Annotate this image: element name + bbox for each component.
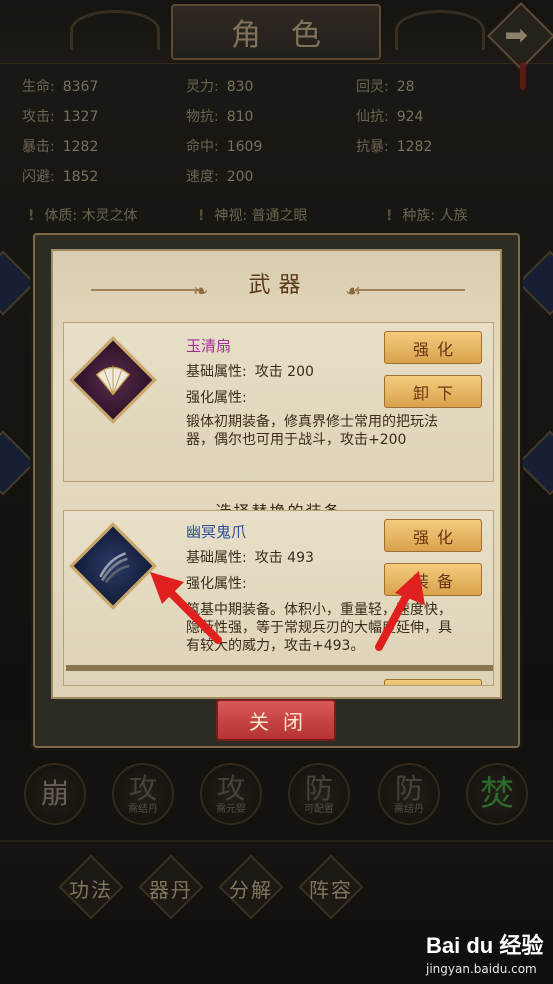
annotation-arrow-icon xyxy=(375,571,425,651)
weapon-dialog: ❧ 武器 ☙ 玉清扇 基础属性: 攻击 200 强化属性: 锻体初期装备，修真界修… xyxy=(33,233,520,748)
swirl-icon: ❧ xyxy=(193,281,209,302)
swirl-icon: ☙ xyxy=(345,281,362,302)
item-name: 玉清扇 xyxy=(186,337,232,355)
enhance-attribute: 强化属性: xyxy=(186,390,247,406)
item-description: 锻体初期装备，修真界修士常用的把玩法器，偶尔也可用于战斗，攻击+200 xyxy=(186,414,438,448)
claw-icon xyxy=(95,548,131,584)
baidu-url: jingyan.baidu.com xyxy=(426,962,537,976)
fan-icon xyxy=(95,362,131,398)
close-button[interactable]: 关闭 xyxy=(216,699,336,741)
annotation-arrow-icon xyxy=(150,572,222,644)
current-equipment-card: 玉清扇 基础属性: 攻击 200 强化属性: 锻体初期装备，修真界修士常用的把玩法… xyxy=(63,322,494,482)
enhance-button[interactable]: 强化 xyxy=(384,331,482,364)
enhance-button[interactable]: 强化 xyxy=(384,519,482,552)
list-divider xyxy=(66,665,493,671)
base-attribute: 基础属性: 攻击 200 xyxy=(186,364,314,380)
item-name: 幽冥鬼爪 xyxy=(186,523,247,541)
dialog-header: ❧ 武器 ☙ xyxy=(53,267,504,307)
baidu-logo: Bai du 经验 xyxy=(426,933,544,958)
dialog-title: 武器 xyxy=(248,273,309,298)
item-frame xyxy=(69,336,157,424)
title-divider xyxy=(355,289,465,291)
enhance-button-next[interactable] xyxy=(384,679,482,685)
baidu-watermark: Bai du 经验 jingyan.baidu.com xyxy=(426,928,546,978)
unequip-button[interactable]: 卸下 xyxy=(384,375,482,408)
title-divider xyxy=(91,289,201,291)
